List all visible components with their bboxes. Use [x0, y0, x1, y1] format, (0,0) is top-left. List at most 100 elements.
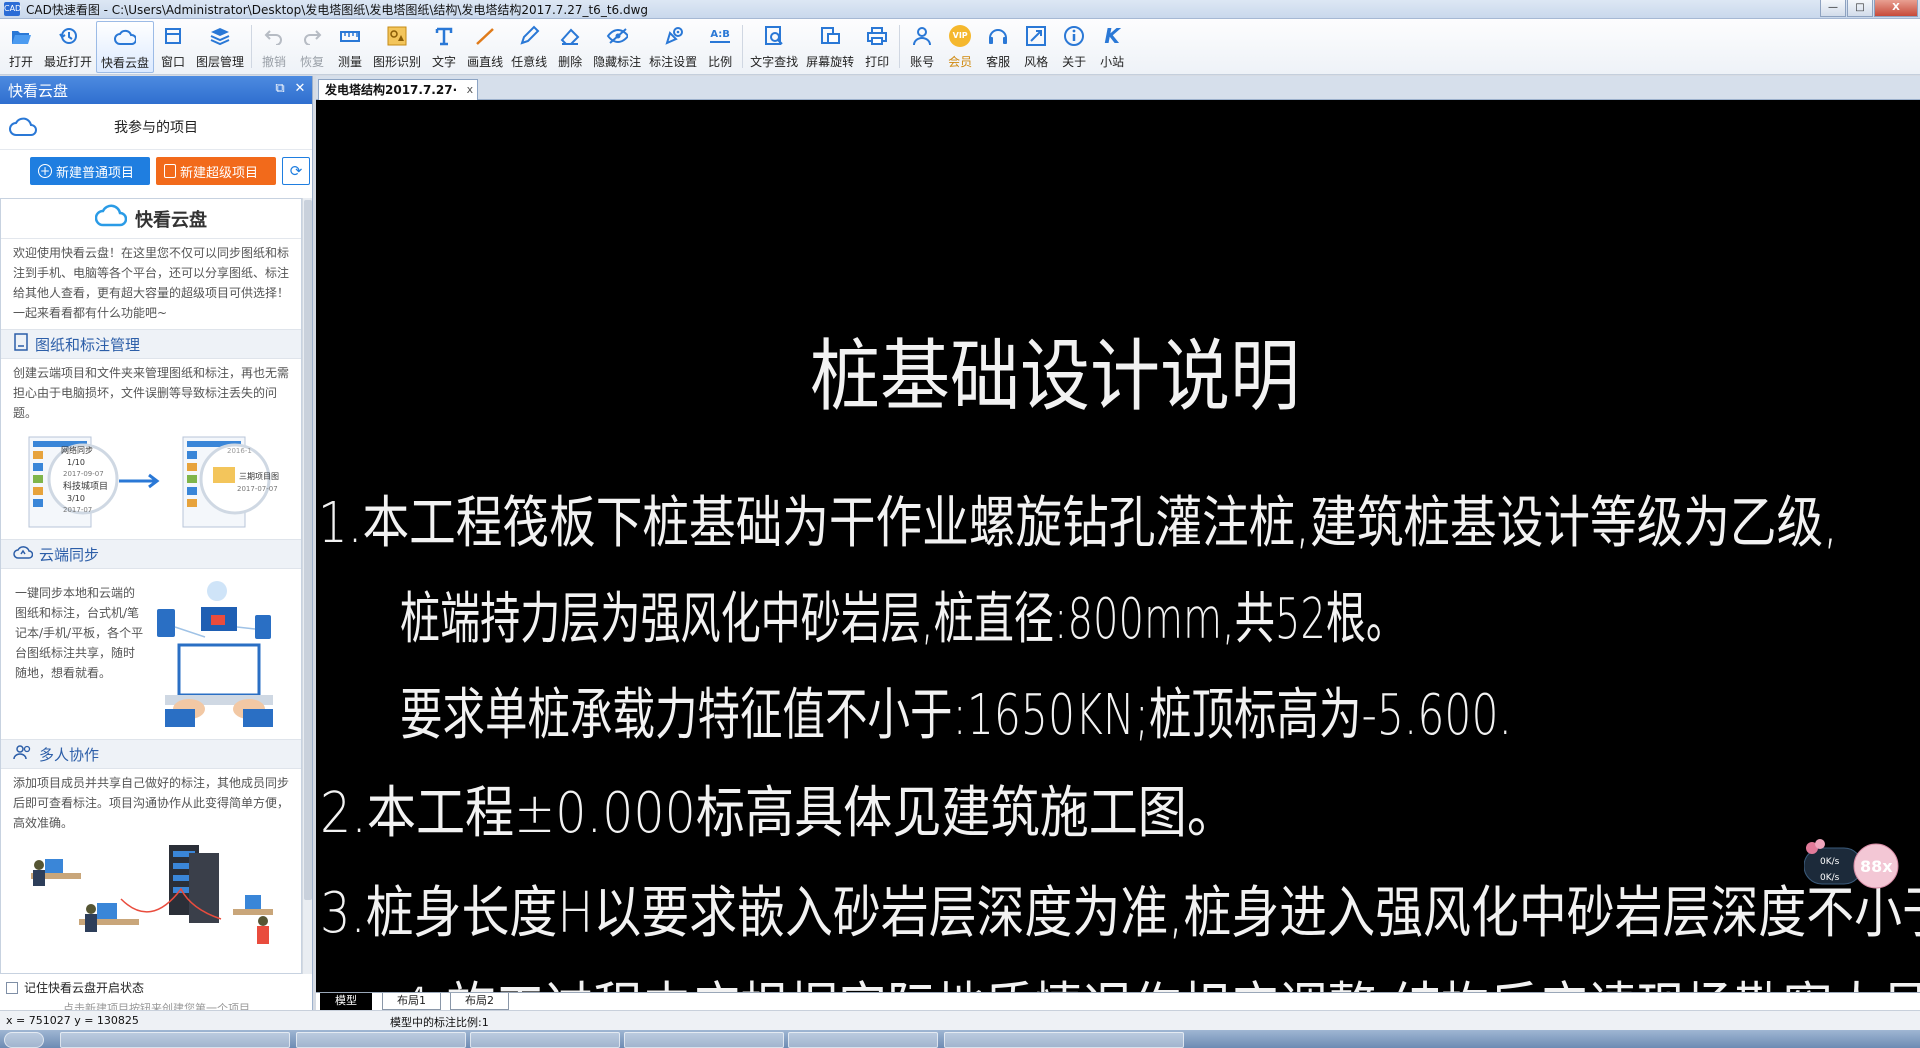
taskbar-item[interactable]: [470, 1032, 620, 1048]
layer-manager-button[interactable]: 图层管理: [192, 21, 248, 73]
management-illustration: 网络同步 1/10 2017-09-07 科技城项目 3/10 2017-07 …: [1, 429, 301, 539]
tab-layout2[interactable]: 布局2: [450, 993, 509, 1010]
station-button[interactable]: K 小站: [1093, 21, 1131, 73]
remember-label: 记住快看云盘开启状态: [24, 981, 145, 995]
sync-illustration: [157, 581, 273, 727]
style-button[interactable]: 风格: [1017, 21, 1055, 73]
taskbar-item[interactable]: [60, 1032, 290, 1048]
scrollbar-thumb[interactable]: [304, 200, 312, 900]
tab-model[interactable]: 模型: [320, 993, 372, 1010]
management-illustration-graphic: 网络同步 1/10 2017-09-07 科技城项目 3/10 2017-07 …: [28, 436, 279, 528]
close-button[interactable]: X: [1874, 0, 1918, 17]
measure-button[interactable]: 测量: [331, 21, 369, 73]
intro-title: 快看云盘: [1, 199, 301, 239]
print-button[interactable]: 打印: [858, 21, 896, 73]
window-title: CAD快速看图 - C:\Users\Administrator\Desktop…: [26, 2, 649, 17]
window-controls: — □ X: [1819, 0, 1918, 18]
text-button[interactable]: 文字: [425, 21, 463, 73]
pin-icon[interactable]: ⧉: [272, 81, 288, 97]
toolbar-separator: [899, 25, 901, 68]
section-collaboration: 多人协作: [1, 739, 301, 769]
annotation-settings-icon: [662, 25, 684, 47]
panel-scrollbar[interactable]: [302, 198, 312, 974]
about-button[interactable]: 关于: [1055, 21, 1093, 73]
remember-checkbox-row[interactable]: 记住快看云盘开启状态: [6, 979, 144, 996]
document-icon: [13, 333, 29, 355]
freehand-line-button[interactable]: 任意线: [507, 21, 551, 73]
user-icon: [911, 25, 933, 47]
document-tab[interactable]: 发电塔结构2017.7.27· x: [318, 79, 479, 100]
info-icon: [1063, 25, 1085, 47]
tab-layout1[interactable]: 布局1: [382, 993, 441, 1010]
section-text: 一键同步本地和云端的图纸和标注，台式机/笔记本/手机/平板，各个平台图纸标注共享…: [15, 586, 144, 680]
svg-text:科技城项目: 科技城项目: [63, 480, 108, 492]
redo-button[interactable]: 恢复: [293, 21, 331, 73]
toolbar-separator: [742, 25, 744, 68]
users-icon: [13, 744, 33, 764]
taskbar-item[interactable]: [296, 1032, 466, 1048]
drawing-canvas[interactable]: 桩基础设计说明 1.本工程筏板下桩基础为干作业螺旋钻孔灌注桩,建筑桩基设计等级为…: [316, 100, 1920, 992]
style-icon: [1025, 25, 1047, 47]
open-button[interactable]: 打开: [2, 21, 40, 73]
layers-icon: [209, 25, 231, 47]
taskbar-item[interactable]: [944, 1032, 1184, 1048]
vip-button[interactable]: VIP 会员: [941, 21, 979, 73]
drawing-line: 桩端持力层为强风化中砂岩层,桩直径:800mm,共52根。: [400, 587, 1406, 652]
history-icon: [57, 25, 79, 47]
shape-recognize-button[interactable]: 图形识别: [369, 21, 425, 73]
rotate-screen-button[interactable]: 屏幕旋转: [802, 21, 858, 73]
panel-title: 快看云盘: [8, 81, 69, 100]
collaboration-illustration-graphic: [31, 845, 273, 944]
maximize-button[interactable]: □: [1847, 0, 1873, 17]
app-icon: CAD: [4, 2, 21, 16]
new-normal-project-button[interactable]: + 新建普通项目: [30, 157, 150, 185]
draw-line-button[interactable]: 画直线: [463, 21, 507, 73]
main-toolbar: 打开 最近打开 快看云盘 窗口 图层管理 撤销 恢复 测量 图形识别 文字 画直…: [0, 19, 1920, 75]
annotation-settings-button[interactable]: 标注设置: [645, 21, 701, 73]
recent-button[interactable]: 最近打开: [40, 21, 96, 73]
text-search-button[interactable]: 文字查找: [746, 21, 802, 73]
collaboration-illustration: [1, 839, 301, 959]
text-icon: [433, 25, 455, 47]
hide-annotation-button[interactable]: 隐藏标注: [589, 21, 645, 73]
window-button[interactable]: 窗口: [154, 21, 192, 73]
redo-icon: [301, 25, 323, 47]
cloud-panel: 快看云盘 ⧉ ✕ 我参与的项目 + 新建普通项目 新建超级项目 ⟳ 快看云盘 欢…: [0, 76, 313, 1015]
svg-text:三期项目图: 三期项目图: [239, 472, 279, 481]
svg-text:2016-1: 2016-1: [227, 447, 252, 455]
my-projects-row[interactable]: 我参与的项目: [0, 104, 312, 150]
my-projects-label: 我参与的项目: [114, 119, 198, 136]
undo-button[interactable]: 撤销: [255, 21, 293, 73]
tab-close-icon[interactable]: x: [467, 80, 474, 100]
drawing-line: 3.桩身长度H以要求嵌入砂岩层深度为准,桩身进入强风化中砂岩层深度不小于: [320, 881, 1920, 946]
section-cloud-sync: 云端同步: [1, 539, 301, 569]
intro-text: 欢迎使用快看云盘！在这里您不仅可以同步图纸和标注到手机、电脑等各个平台，还可以分…: [13, 246, 290, 320]
os-taskbar: [0, 1030, 1920, 1048]
cloud-disk-button[interactable]: 快看云盘: [96, 21, 155, 73]
toolbar-separator: [251, 25, 253, 68]
refresh-icon: ⟳: [289, 162, 303, 180]
panel-header: 快看云盘 ⧉ ✕: [0, 76, 312, 104]
refresh-button[interactable]: ⟳: [282, 157, 310, 185]
text-search-icon: [763, 25, 785, 47]
pen-icon: [518, 25, 540, 47]
scale-button[interactable]: A:B 比例: [701, 21, 739, 73]
plus-icon: +: [38, 164, 52, 178]
drawing-line: 2.本工程±0.000标高具体见建筑施工图。: [320, 781, 1236, 846]
speed-widget-graphic: 0K/s 0K/s 88x: [1804, 839, 1899, 889]
minimize-button[interactable]: —: [1820, 0, 1846, 17]
start-button[interactable]: [4, 1032, 44, 1048]
drawing-line: 1.本工程筏板下桩基础为干作业螺旋钻孔灌注桩,建筑桩基设计等级为乙级,: [318, 491, 1838, 556]
rotate-screen-icon: [819, 25, 841, 47]
upload-speed: 0K/s: [1820, 857, 1840, 867]
remember-checkbox[interactable]: [6, 981, 18, 994]
drawing-line: 4.施工过程中应根据实际地质情况作相应调整,结构后应请现场勘察人员: [400, 977, 1920, 992]
delete-button[interactable]: 删除: [551, 21, 589, 73]
taskbar-item[interactable]: [624, 1032, 784, 1048]
customer-service-button[interactable]: 客服: [979, 21, 1017, 73]
account-button[interactable]: 账号: [903, 21, 941, 73]
panel-close-icon[interactable]: ✕: [292, 81, 308, 97]
new-super-project-button[interactable]: 新建超级项目: [156, 157, 276, 185]
network-speed-widget[interactable]: 0K/s 0K/s 88x: [1804, 838, 1900, 894]
taskbar-item[interactable]: [788, 1032, 938, 1048]
